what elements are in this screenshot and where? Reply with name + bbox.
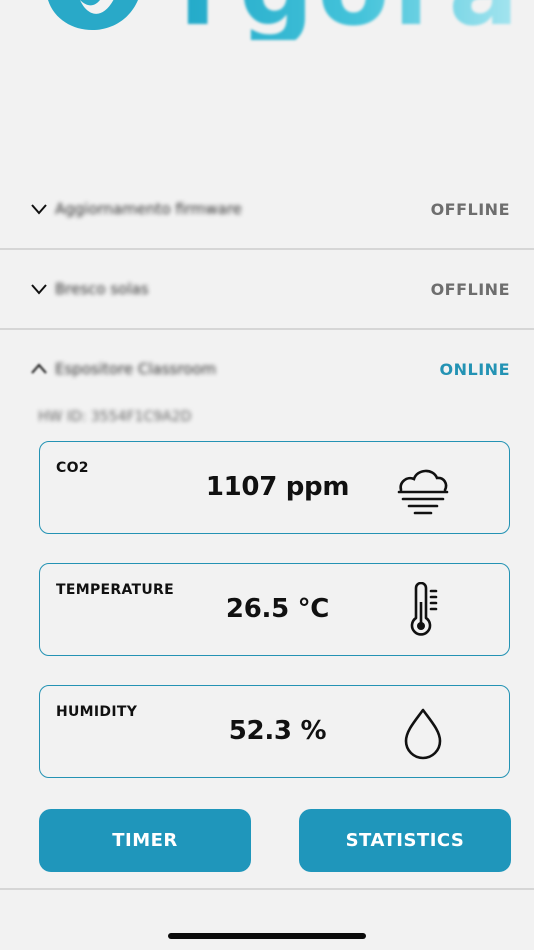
device-status: OFFLINE xyxy=(430,200,510,219)
device-status: OFFLINE xyxy=(430,280,510,299)
fog-cloud-icon xyxy=(397,469,449,515)
device-name: Aggiornamento firmware xyxy=(55,200,242,218)
device-row-classroom[interactable]: Espositore Classroom ONLINE xyxy=(0,330,534,410)
reading-label: HUMIDITY xyxy=(56,704,138,720)
home-indicator[interactable] xyxy=(168,933,366,939)
hardware-id: HW ID: 3554F1C9A2D xyxy=(38,409,192,425)
reading-value: 1107 ppm xyxy=(205,472,350,502)
reading-label: CO2 xyxy=(56,460,89,476)
device-status: ONLINE xyxy=(439,360,510,379)
temperature-card: TEMPERATURE 26.5 °C xyxy=(39,563,510,656)
app-logo: Ygora xyxy=(0,0,534,70)
chevron-down-icon[interactable] xyxy=(30,202,48,216)
water-drop-icon xyxy=(404,708,442,760)
thermometer-icon xyxy=(410,582,438,636)
device-row-firmware[interactable]: Aggiornamento firmware OFFLINE xyxy=(0,170,534,250)
reading-value: 26.5 °C xyxy=(225,594,330,624)
divider xyxy=(0,888,534,890)
reading-label: TEMPERATURE xyxy=(56,582,174,598)
humidity-card: HUMIDITY 52.3 % xyxy=(39,685,510,778)
device-name: Espositore Classroom xyxy=(55,360,217,378)
device-name: Bresco solas xyxy=(55,280,149,298)
statistics-button[interactable]: STATISTICS xyxy=(299,809,511,872)
chevron-down-icon[interactable] xyxy=(30,282,48,296)
device-row-second[interactable]: Bresco solas OFFLINE xyxy=(0,250,534,330)
reading-value: 52.3 % xyxy=(228,716,327,746)
chevron-up-icon[interactable] xyxy=(30,362,48,376)
co2-card: CO2 1107 ppm xyxy=(39,441,510,534)
leaf-logo-icon xyxy=(48,0,138,30)
logo-wordmark: Ygora xyxy=(160,0,523,40)
timer-button[interactable]: TIMER xyxy=(39,809,251,872)
